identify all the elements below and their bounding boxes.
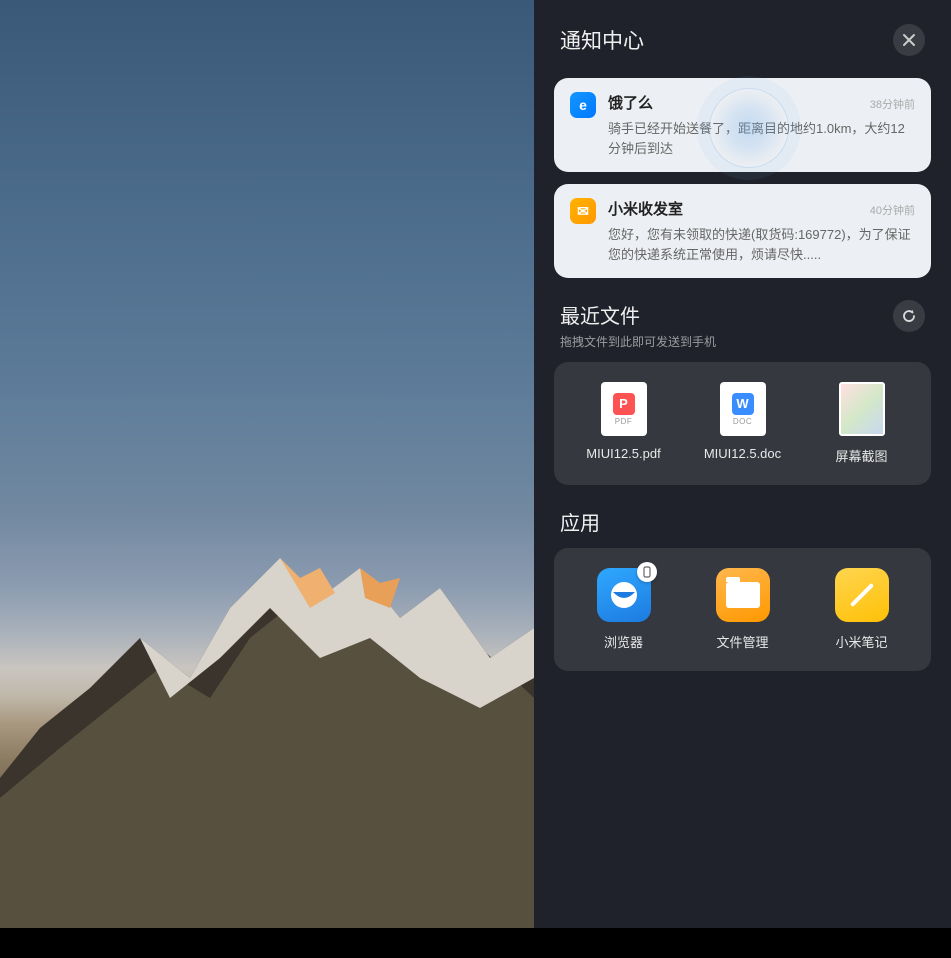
image-file-icon [839,382,885,436]
notification-title: 小米收发室 [608,198,683,219]
apps-header: 应用 [554,507,931,536]
app-item-notes[interactable]: 小米笔记 [807,568,917,651]
notification-item-xiaomi[interactable]: ✉ 小米收发室 40分钟前 您好，您有未领取的快递(取货码:169772)，为了… [554,184,931,278]
file-item-doc[interactable]: W DOC MIUI12.5.doc [688,382,798,465]
notification-message: 骑手已经开始送餐了，距离目的地约1.0km，大约12分钟后到达 [608,119,915,158]
file-badge: P [613,393,635,415]
notification-panel: 通知中心 e 饿了么 38分钟前 骑手已经开始送餐了，距离目的地约1.0km，大… [534,0,951,928]
app-label: 小米笔记 [835,632,887,651]
xiaomi-app-icon: ✉ [570,198,596,224]
icon-glyph: ✉ [577,203,589,220]
refresh-button[interactable] [893,300,925,332]
doc-file-icon: W DOC [720,382,766,436]
close-button[interactable] [893,24,925,56]
notification-item-eleme[interactable]: e 饿了么 38分钟前 骑手已经开始送餐了，距离目的地约1.0km，大约12分钟… [554,78,931,172]
notification-title: 饿了么 [608,92,653,113]
panel-header: 通知中心 [554,24,931,56]
notification-time: 40分钟前 [870,202,915,218]
pencil-icon [849,583,873,607]
notes-app-icon [835,568,889,622]
desktop-wallpaper [0,0,534,928]
bottom-letterbox [0,928,951,958]
notification-body: 饿了么 38分钟前 骑手已经开始送餐了，距离目的地约1.0km，大约12分钟后到… [608,92,915,158]
file-manager-app-icon [716,568,770,622]
file-badge: W [732,393,754,415]
refresh-icon [901,308,917,324]
recent-files-header: 最近文件 拖拽文件到此即可发送到手机 [554,300,931,350]
app-item-browser[interactable]: 浏览器 [569,568,679,651]
app-item-file-manager[interactable]: 文件管理 [688,568,798,651]
globe-icon [607,578,641,612]
recent-files-panel: P PDF MIUI12.5.pdf W DOC MIUI12.5.doc 屏幕… [554,362,931,485]
mountain-graphic [0,498,534,928]
close-icon [902,33,916,47]
eleme-app-icon: e [570,92,596,118]
app-label: 浏览器 [604,632,643,651]
notification-body: 小米收发室 40分钟前 您好，您有未领取的快递(取货码:169772)，为了保证… [608,198,915,264]
phone-badge-icon [637,562,657,582]
notification-time: 38分钟前 [870,96,915,112]
file-ext: DOC [733,417,752,426]
file-label: 屏幕截图 [835,446,887,465]
file-item-screenshot[interactable]: 屏幕截图 [807,382,917,465]
recent-files-subtitle: 拖拽文件到此即可发送到手机 [560,333,716,350]
browser-app-icon [597,568,651,622]
file-item-pdf[interactable]: P PDF MIUI12.5.pdf [569,382,679,465]
apps-title: 应用 [560,507,600,536]
recent-files-title: 最近文件 [560,300,716,329]
file-label: MIUI12.5.pdf [586,446,660,461]
notification-message: 您好，您有未领取的快递(取货码:169772)，为了保证您的快递系统正常使用，烦… [608,225,915,264]
panel-title: 通知中心 [560,25,644,55]
pdf-file-icon: P PDF [601,382,647,436]
app-label: 文件管理 [716,632,768,651]
apps-panel: 浏览器 文件管理 小米笔记 [554,548,931,671]
file-label: MIUI12.5.doc [704,446,781,461]
folder-icon [726,582,760,608]
file-ext: PDF [615,417,633,426]
icon-glyph: e [579,97,587,113]
